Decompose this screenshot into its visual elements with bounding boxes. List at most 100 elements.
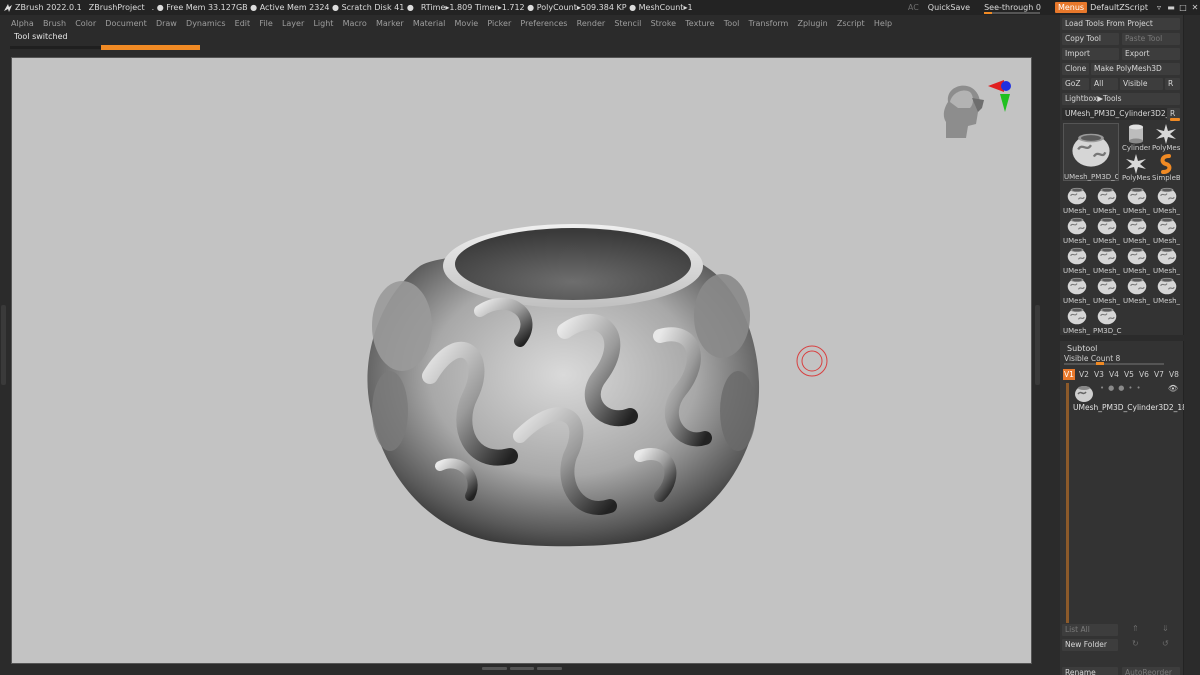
maximize-icon[interactable]: □ [1178, 3, 1188, 13]
new-folder-button[interactable]: New Folder [1062, 639, 1118, 651]
right-tray-handle[interactable] [1035, 305, 1040, 385]
goz-visible-button[interactable]: Visible [1120, 78, 1163, 90]
palette-toggle-icon[interactable]: ▿ [1154, 3, 1164, 13]
menu-zscript[interactable]: Zscript [837, 19, 865, 28]
subtool-thumbnail[interactable]: UMesh_ [1123, 215, 1152, 245]
visible-count-handle[interactable] [1096, 362, 1104, 365]
subtool-thumbnail[interactable]: UMesh_ [1093, 245, 1122, 275]
bottom-tray-handle[interactable] [482, 667, 563, 672]
menu-document[interactable]: Document [105, 19, 146, 28]
default-zscript-button[interactable]: DefaultZScript [1090, 3, 1148, 12]
clone-button[interactable]: Clone [1062, 63, 1089, 75]
load-tools-from-project-button[interactable]: Load Tools From Project [1062, 18, 1180, 30]
subtool-thumbnail[interactable]: UMesh_ [1093, 185, 1122, 215]
menu-picker[interactable]: Picker [487, 19, 511, 28]
rename-button[interactable]: Rename [1062, 667, 1118, 675]
document-canvas[interactable] [11, 57, 1032, 664]
menu-dynamics[interactable]: Dynamics [186, 19, 225, 28]
visibility-tab-v5[interactable]: V5 [1123, 369, 1135, 380]
menu-macro[interactable]: Macro [343, 19, 367, 28]
visibility-tab-v2[interactable]: V2 [1078, 369, 1090, 380]
subtool-thumbnail[interactable]: UMesh_ [1153, 245, 1182, 275]
seethrough-slider[interactable]: See-through 0 [984, 3, 1045, 14]
close-icon[interactable]: ✕ [1190, 3, 1200, 13]
tool-thumbnail[interactable]: Cylinder [1122, 123, 1150, 152]
tool-thumbnail[interactable]: SimpleB [1152, 153, 1180, 182]
move-up-icon[interactable]: ⇑ [1132, 624, 1139, 633]
menu-material[interactable]: Material [413, 19, 446, 28]
menu-tool[interactable]: Tool [724, 19, 740, 28]
menu-brush[interactable]: Brush [43, 19, 66, 28]
subtool-thumbnail[interactable]: UMesh_ [1123, 185, 1152, 215]
menu-file[interactable]: File [259, 19, 272, 28]
subtool-thumbnail[interactable]: UMesh_ [1153, 185, 1182, 215]
eye-visibility-icon[interactable]: 👁 [1168, 384, 1178, 393]
ac-button[interactable]: AC [908, 3, 919, 12]
menu-color[interactable]: Color [75, 19, 96, 28]
subtool-state-icons[interactable]: •●●•• [1100, 384, 1145, 392]
menu-preferences[interactable]: Preferences [520, 19, 567, 28]
visibility-tab-v6[interactable]: V6 [1138, 369, 1150, 380]
visibility-tab-v8[interactable]: V8 [1168, 369, 1180, 380]
subtool-thumbnail[interactable]: UMesh_ [1063, 275, 1092, 305]
menu-marker[interactable]: Marker [376, 19, 404, 28]
subtool-thumbnail[interactable]: UMesh_ [1153, 215, 1182, 245]
menu-transform[interactable]: Transform [749, 19, 789, 28]
menu-stencil[interactable]: Stencil [614, 19, 641, 28]
seethrough-track[interactable] [984, 12, 1041, 14]
visible-count-slider[interactable] [1064, 362, 1164, 365]
visibility-tab-v1[interactable]: V1 [1063, 369, 1075, 380]
menu-zplugin[interactable]: Zplugin [797, 19, 827, 28]
goz-button[interactable]: GoZ [1062, 78, 1089, 90]
import-button[interactable]: Import [1062, 48, 1119, 60]
subtool-thumbnail[interactable]: UMesh_ [1063, 215, 1092, 245]
copy-tool-button[interactable]: Copy Tool [1062, 33, 1119, 45]
menu-texture[interactable]: Texture [685, 19, 714, 28]
active-tool-thumbnail[interactable]: UMesh_PM3D_C [1063, 123, 1119, 181]
tool-thumbnail[interactable]: PolyMes [1122, 153, 1150, 182]
goz-r-button[interactable]: R [1165, 78, 1180, 90]
auto-reorder-button[interactable]: AutoReorder [1122, 667, 1180, 675]
export-button[interactable]: Export [1122, 48, 1180, 60]
seethrough-handle[interactable] [984, 12, 993, 14]
quicksave-button[interactable]: QuickSave [928, 3, 970, 12]
navigation-head-gizmo[interactable] [940, 78, 1012, 138]
lightbox-tools-button[interactable]: Lightbox▶Tools [1062, 93, 1180, 105]
menu-edit[interactable]: Edit [235, 19, 251, 28]
subtool-thumbnail[interactable]: UMesh_ [1093, 275, 1122, 305]
current-tool-slider[interactable]: UMesh_PM3D_Cylinder3D2_1 [1062, 108, 1167, 120]
goz-all-button[interactable]: All [1091, 78, 1118, 90]
visibility-tab-v4[interactable]: V4 [1108, 369, 1120, 380]
menu-draw[interactable]: Draw [156, 19, 177, 28]
subtool-thumbnail[interactable]: UMesh_ [1123, 275, 1152, 305]
subtool-thumbnail[interactable]: UMesh_ [1063, 305, 1092, 335]
menu-movie[interactable]: Movie [455, 19, 479, 28]
subtool-thumbnail[interactable]: UMesh_ [1153, 275, 1182, 305]
current-tool-slider-handle[interactable] [1170, 118, 1180, 121]
subtool-title[interactable]: Subtool [1067, 344, 1097, 353]
visibility-tab-v7[interactable]: V7 [1153, 369, 1165, 380]
menu-light[interactable]: Light [313, 19, 333, 28]
vase-mesh[interactable] [360, 206, 764, 552]
subtool-list-scrollbar[interactable] [1066, 383, 1069, 623]
subtool-thumbnail[interactable]: UMesh_ [1123, 245, 1152, 275]
menu-render[interactable]: Render [577, 19, 605, 28]
menu-layer[interactable]: Layer [282, 19, 304, 28]
menus-toggle-button[interactable]: Menus [1054, 2, 1088, 13]
move-down-icon[interactable]: ⇓ [1162, 624, 1169, 633]
subtool-thumbnail[interactable]: UMesh_ [1093, 215, 1122, 245]
tool-thumbnail[interactable]: PolyMes [1152, 123, 1180, 152]
redo-arrow-icon[interactable]: ↺ [1162, 639, 1169, 648]
visibility-tab-v3[interactable]: V3 [1093, 369, 1105, 380]
left-tray-handle[interactable] [1, 305, 6, 385]
menu-help[interactable]: Help [874, 19, 892, 28]
subtool-thumbnail[interactable]: UMesh_ [1063, 245, 1092, 275]
subtool-list-item[interactable]: •●●•• 👁 UMesh_PM3D_Cylinder3D2_18 [1070, 383, 1187, 413]
menu-alpha[interactable]: Alpha [11, 19, 34, 28]
paste-tool-button[interactable]: Paste Tool [1122, 33, 1180, 45]
minimize-icon[interactable]: ▬ [1166, 3, 1176, 13]
subtool-thumbnail[interactable]: UMesh_ [1063, 185, 1092, 215]
undo-arrow-icon[interactable]: ↻ [1132, 639, 1139, 648]
make-polymesh-button[interactable]: Make PolyMesh3D [1091, 63, 1180, 75]
subtool-thumbnail[interactable]: PM3D_C [1093, 305, 1122, 335]
